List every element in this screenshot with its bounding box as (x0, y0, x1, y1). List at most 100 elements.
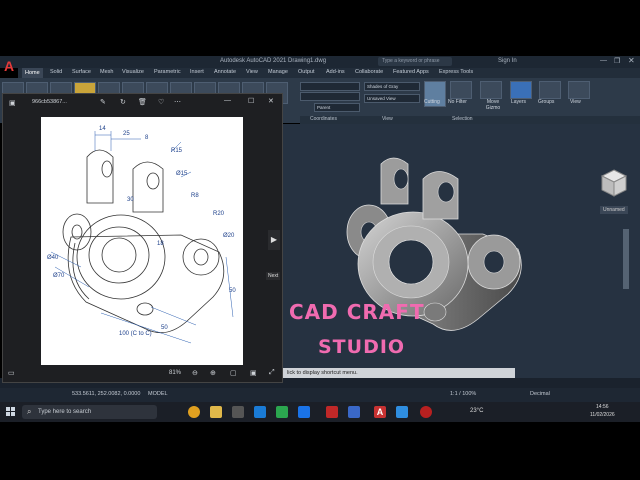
groups-icon[interactable] (539, 81, 561, 99)
zoom-out-icon[interactable]: ⊖ (192, 369, 198, 377)
dim-d70: Ø70 (53, 273, 65, 279)
dim-30: 30 (127, 197, 134, 203)
tab-surface[interactable]: Surface (72, 69, 91, 75)
tab-express-tools[interactable]: Express Tools (439, 69, 473, 75)
filmstrip-icon[interactable]: ▭ (8, 369, 15, 377)
model-toggle[interactable]: MODEL (148, 391, 168, 397)
search-icon: ⌕ (27, 407, 32, 416)
edge-icon[interactable] (254, 406, 266, 418)
viewer-image: 14 25 8 R15 Ø15 30 R8 R20 Ø20 18 Ø40 Ø70… (41, 117, 243, 365)
app-icon-2[interactable] (326, 406, 338, 418)
dim-14: 14 (99, 126, 106, 132)
fullscreen-icon[interactable]: ⤢ (269, 369, 275, 377)
visual-style-dropdown[interactable]: Shades of Gray (364, 82, 420, 91)
autocad-taskbar-icon[interactable]: A (374, 406, 386, 418)
no-filter-label: No Filter (448, 99, 467, 105)
tab-parametric[interactable]: Parametric (154, 69, 181, 75)
tab-home[interactable]: Home (22, 68, 43, 78)
clock-time[interactable]: 14:56 (596, 404, 609, 410)
app-icon-5[interactable] (420, 406, 432, 418)
fit-icon[interactable]: ▢ (230, 369, 237, 377)
watermark-line2: STUDIO (318, 336, 406, 358)
dim-d15: Ø15 (176, 171, 188, 177)
restore-icon[interactable]: ❐ (614, 57, 620, 65)
viewcube-icon (600, 169, 628, 197)
layers-icon[interactable] (510, 81, 532, 99)
rotate-icon[interactable]: ↻ (120, 98, 126, 106)
dim-25: 25 (123, 131, 130, 137)
tab-manage[interactable]: Manage (268, 69, 288, 75)
autocad-logo-icon[interactable]: A (0, 56, 18, 74)
annotation-scale[interactable]: 1:1 / 100% (450, 391, 476, 397)
viewer-minimize-icon[interactable]: — (224, 97, 231, 104)
app-icon-4[interactable] (396, 406, 408, 418)
dim-50b: 50 (229, 288, 236, 294)
edit-image-icon[interactable]: ✎ (100, 98, 106, 106)
tab-solid[interactable]: Solid (50, 69, 62, 75)
view-label: View (570, 99, 581, 105)
tab-visualize[interactable]: Visualize (122, 69, 144, 75)
named-view-dropdown[interactable]: Unsaved View (364, 94, 420, 103)
close-icon[interactable]: ✕ (628, 56, 635, 65)
viewer-maximize-icon[interactable]: ☐ (248, 97, 254, 105)
ribbon-panel-labels: Coordinates View Selection (300, 116, 640, 124)
tab-featured-apps[interactable]: Featured Apps (393, 69, 429, 75)
ribbon-tabs: Home Solid Surface Mesh Visualize Parame… (18, 68, 640, 78)
drawing-viewport[interactable] (283, 124, 640, 368)
tab-output[interactable]: Output (298, 69, 315, 75)
minimize-icon[interactable]: — (600, 57, 607, 64)
store-icon[interactable] (276, 406, 288, 418)
app-icon-3[interactable] (348, 406, 360, 418)
actual-size-icon[interactable]: ▣ (250, 369, 257, 377)
cutting-label: Cutting (424, 99, 440, 105)
clock-date[interactable]: 11/02/2026 (590, 412, 615, 418)
next-tooltip: Next (266, 272, 281, 280)
windows-start-icon[interactable] (6, 407, 16, 417)
acad-window-title: Autodesk AutoCAD 2021 Drawing1.dwg (220, 58, 327, 64)
command-area (515, 368, 640, 378)
dim-18: 18 (157, 241, 164, 247)
favorite-icon[interactable]: ♡ (158, 98, 164, 106)
dim-d40: Ø40 (47, 255, 59, 261)
view-panel-icon[interactable] (568, 81, 590, 99)
units-dropdown[interactable]: Decimal (530, 391, 550, 397)
next-arrow-icon[interactable]: ▶ (268, 230, 280, 250)
layer-dropdown[interactable] (300, 82, 360, 91)
command-line[interactable]: lick to display shortcut menu. (283, 368, 515, 378)
tab-collaborate[interactable]: Collaborate (355, 69, 383, 75)
more-icon[interactable]: ⋯ (174, 98, 181, 106)
taskbar-search-input[interactable]: Type here to search (22, 405, 157, 419)
move-gizmo-icon[interactable] (480, 81, 502, 99)
zoom-level: 81% (169, 370, 182, 376)
viewer-close-icon[interactable]: ✕ (268, 97, 274, 105)
panel-view[interactable]: View (382, 116, 393, 122)
tab-view[interactable]: View (246, 69, 258, 75)
dim-50: 50 (161, 325, 168, 331)
filter-icon[interactable] (450, 81, 472, 99)
mail-icon[interactable] (298, 406, 310, 418)
acad-title-bar: Autodesk AutoCAD 2021 Drawing1.dwg Type … (0, 56, 640, 68)
acad-search-input[interactable]: Type a keyword or phrase (378, 57, 452, 66)
parent-dropdown[interactable]: Parent (314, 103, 360, 112)
dim-100: 100 (C to C) (119, 331, 152, 337)
viewcube-label[interactable]: Unnamed (600, 206, 628, 214)
panel-coordinates[interactable]: Coordinates (310, 116, 337, 122)
tab-mesh[interactable]: Mesh (100, 69, 113, 75)
tab-insert[interactable]: Insert (190, 69, 204, 75)
move-gizmo-label: Move Gizmo (485, 99, 501, 111)
viewcube[interactable]: Unnamed (596, 166, 632, 214)
status-bar: 533.5611, 252.0082, 0.0000 MODEL 1:1 / 1… (0, 388, 640, 402)
panel-selection[interactable]: Selection (452, 116, 473, 122)
coordinates-dropdown[interactable] (300, 92, 360, 101)
zoom-in-icon[interactable]: ⊕ (210, 369, 216, 377)
tab-addins[interactable]: Add-ins (326, 69, 345, 75)
chrome-icon[interactable] (188, 406, 200, 418)
delete-icon[interactable]: 🗑 (138, 98, 147, 106)
weather-temp[interactable]: 23°C (470, 408, 483, 414)
file-explorer-icon[interactable] (210, 406, 222, 418)
tab-annotate[interactable]: Annotate (214, 69, 236, 75)
viewport-scrollbar[interactable] (623, 229, 629, 289)
viewer-app-icon: ▣ (9, 100, 16, 107)
signin-link[interactable]: Sign In (498, 58, 517, 64)
app-icon-1[interactable] (232, 406, 244, 418)
